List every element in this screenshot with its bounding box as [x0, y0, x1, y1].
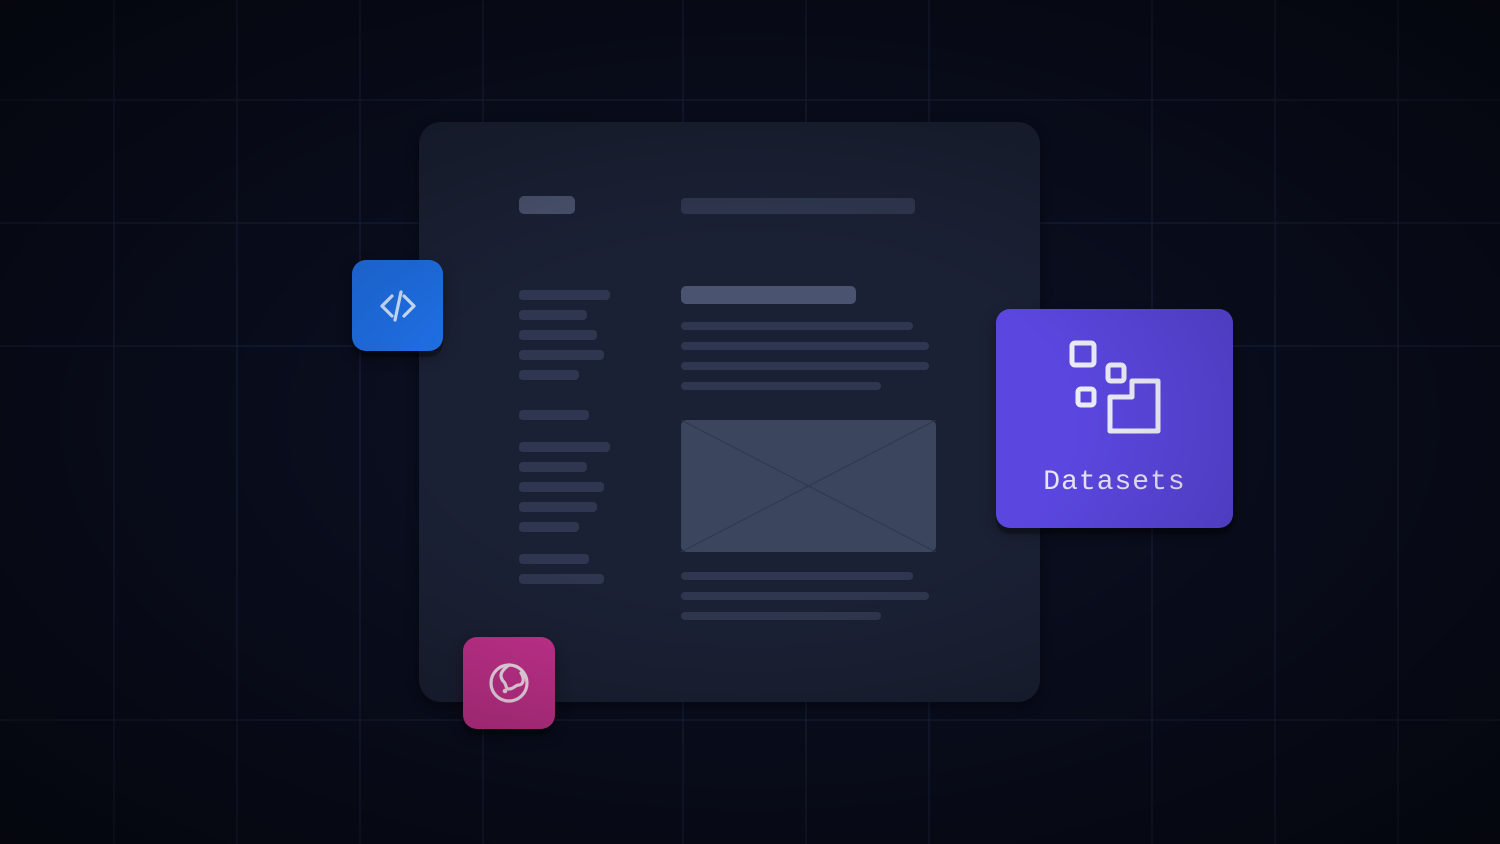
globe-card	[463, 637, 555, 729]
code-icon	[376, 284, 420, 328]
image-placeholder	[681, 420, 936, 552]
datasets-label: Datasets	[1043, 467, 1185, 498]
datasets-icon	[1064, 339, 1166, 439]
datasets-card: Datasets	[996, 309, 1233, 528]
document-wireframe	[419, 122, 1040, 702]
code-card	[352, 260, 443, 351]
globe-icon	[485, 659, 533, 707]
